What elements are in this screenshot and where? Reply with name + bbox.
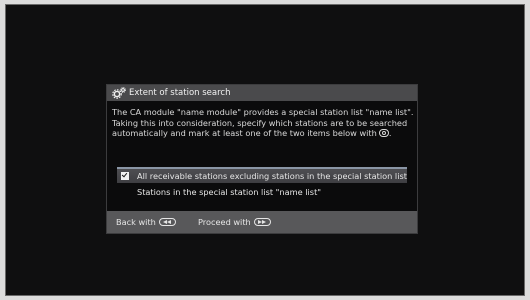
back-hint[interactable]: Back with [116,211,176,233]
dialog-footer: Back with Proceed with [107,211,417,233]
description-line: automatically and mark at least one of t… [112,128,412,139]
gear-icon [112,87,126,99]
dialog-title-bar: Extent of station search [107,85,417,101]
dialog-title: Extent of station search [129,88,231,98]
back-label: Back with [116,217,156,227]
proceed-label: Proceed with [198,217,251,227]
description-line: Taking this into consideration, specify … [112,117,408,128]
option-label: Stations in the special station list "na… [137,187,322,197]
option-special-station-list[interactable]: Stations in the special station list "na… [117,185,407,199]
ok-button-icon [378,129,389,137]
checkbox-checked[interactable] [121,172,129,180]
proceed-hint[interactable]: Proceed with [198,211,271,233]
rewind-button-icon [158,218,176,226]
description-line-end: . [388,128,392,138]
tv-screen: Extent of station search The CA module "… [5,4,525,296]
description-line: The CA module "name module" provides a s… [112,107,414,117]
station-search-dialog: Extent of station search The CA module "… [107,85,417,233]
option-all-receivable-stations[interactable]: All receivable stations excluding statio… [117,167,407,183]
dialog-body: The CA module "name module" provides a s… [107,101,417,211]
description-text: The CA module "name module" provides a s… [112,107,414,139]
fast-forward-button-icon [253,218,271,226]
description-line-text: automatically and mark at least one of t… [112,128,377,138]
option-label: All receivable stations excluding statio… [137,171,407,181]
